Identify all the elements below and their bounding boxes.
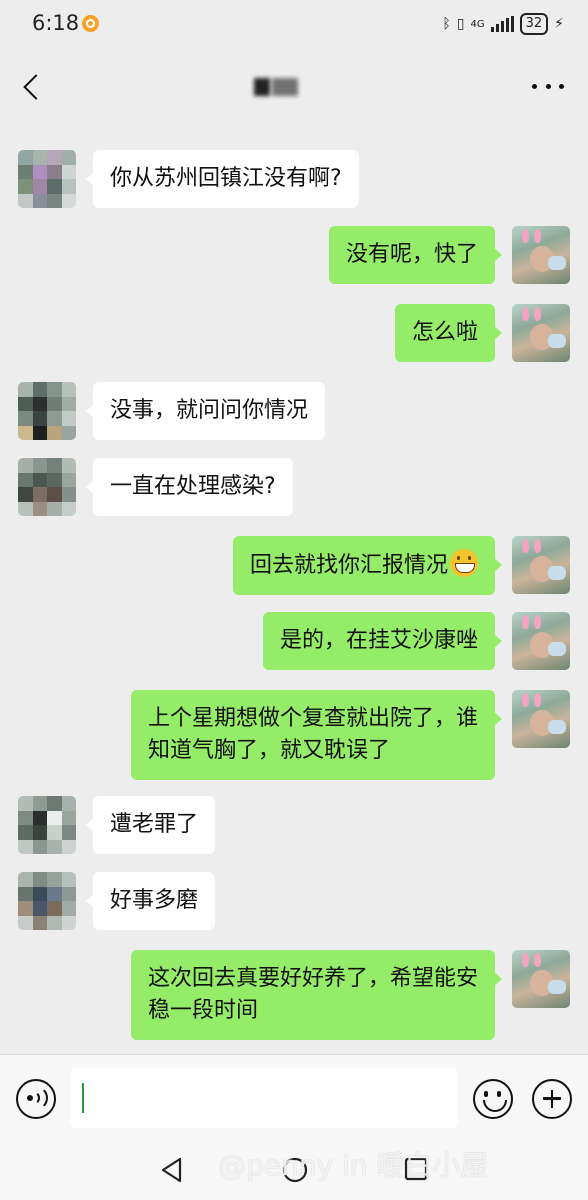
contact-avatar[interactable]: [18, 150, 76, 208]
status-icons: ᛒ ▯ 4G 32 ⚡: [442, 13, 564, 35]
received-message[interactable]: 没事，就问问你情况: [85, 382, 326, 440]
sent-message[interactable]: 回去就找你汇报情况: [232, 536, 503, 595]
message-input[interactable]: [70, 1068, 458, 1128]
my-avatar[interactable]: [512, 950, 570, 1008]
message-text: 好事多磨: [110, 888, 199, 913]
nav-home-icon[interactable]: [282, 1157, 308, 1183]
battery-icon: 32: [519, 13, 549, 35]
sent-message[interactable]: 这次回去真要好好养了，希望能安 稳一段时间: [130, 950, 503, 1040]
network-type-label: 4G: [470, 18, 485, 30]
message-text-line: 稳一段时间: [147, 998, 258, 1023]
status-bar: 6:18 ᛒ ▯ 4G 32 ⚡: [0, 0, 588, 50]
more-options-button[interactable]: [532, 74, 564, 98]
contact-avatar[interactable]: [18, 382, 76, 440]
sent-message[interactable]: 上个星期想做个复查就出院了，谁 知道气胸了，就又耽误了: [130, 690, 503, 780]
my-avatar[interactable]: [512, 690, 570, 748]
chat-header: [0, 50, 588, 122]
message-text-line: 这次回去真要好好养了，希望能安: [147, 966, 478, 991]
sent-message[interactable]: 怎么啦: [394, 304, 503, 362]
my-avatar[interactable]: [512, 304, 570, 362]
message-text: 一直在处理感染?: [110, 474, 276, 499]
nav-back-icon[interactable]: [160, 1157, 184, 1183]
my-avatar[interactable]: [512, 226, 570, 284]
chat-input-bar: [0, 1054, 588, 1140]
emoji-icon[interactable]: [473, 1079, 513, 1119]
vibrate-icon: ▯: [456, 16, 465, 32]
message-text-line: 上个星期想做个复查就出院了，谁: [147, 706, 478, 731]
sent-message[interactable]: 没有呢，快了: [328, 226, 503, 284]
received-message[interactable]: 好事多磨: [85, 872, 216, 930]
battery-level: 32: [525, 16, 543, 31]
notification-app-icon: [82, 15, 99, 32]
message-text: 没事，就问问你情况: [110, 398, 309, 423]
contact-avatar[interactable]: [18, 796, 76, 854]
received-message[interactable]: 遭老罪了: [85, 796, 216, 854]
received-message[interactable]: 一直在处理感染?: [86, 458, 293, 516]
message-text: 怎么啦: [411, 320, 478, 345]
sent-message[interactable]: 是的，在挂艾沙康唑: [262, 612, 503, 670]
message-text-line: 知道气胸了，就又耽误了: [147, 738, 390, 763]
contact-avatar[interactable]: [18, 458, 76, 516]
text-caret: [82, 1083, 84, 1113]
back-button[interactable]: [18, 68, 48, 104]
received-message[interactable]: 你从苏州回镇江没有啊?: [86, 150, 359, 208]
status-time: 6:18: [32, 11, 80, 35]
message-text: 你从苏州回镇江没有啊?: [110, 166, 342, 191]
system-nav-bar: [0, 1140, 588, 1200]
plus-icon[interactable]: [532, 1079, 572, 1119]
signal-icon: [490, 16, 514, 32]
chat-title-redacted: [254, 74, 304, 98]
charging-icon: ⚡: [554, 16, 564, 32]
more-dots-icon: [532, 83, 537, 89]
message-text: 回去就找你汇报情况: [249, 553, 448, 578]
grin-emoji-icon: [450, 549, 478, 577]
voice-icon[interactable]: [16, 1079, 56, 1119]
message-text: 没有呢，快了: [345, 242, 478, 267]
message-text: 遭老罪了: [110, 812, 199, 837]
my-avatar[interactable]: [512, 536, 570, 594]
message-text: 是的，在挂艾沙康唑: [279, 628, 478, 653]
my-avatar[interactable]: [512, 612, 570, 670]
message-list[interactable]: 你从苏州回镇江没有啊? 没有呢，快了 怎么啦 没事，就问问你情况 一直在处理感染…: [0, 122, 588, 1054]
contact-avatar[interactable]: [18, 872, 76, 930]
bluetooth-icon: ᛒ: [442, 16, 451, 32]
nav-recent-icon[interactable]: [404, 1157, 428, 1181]
